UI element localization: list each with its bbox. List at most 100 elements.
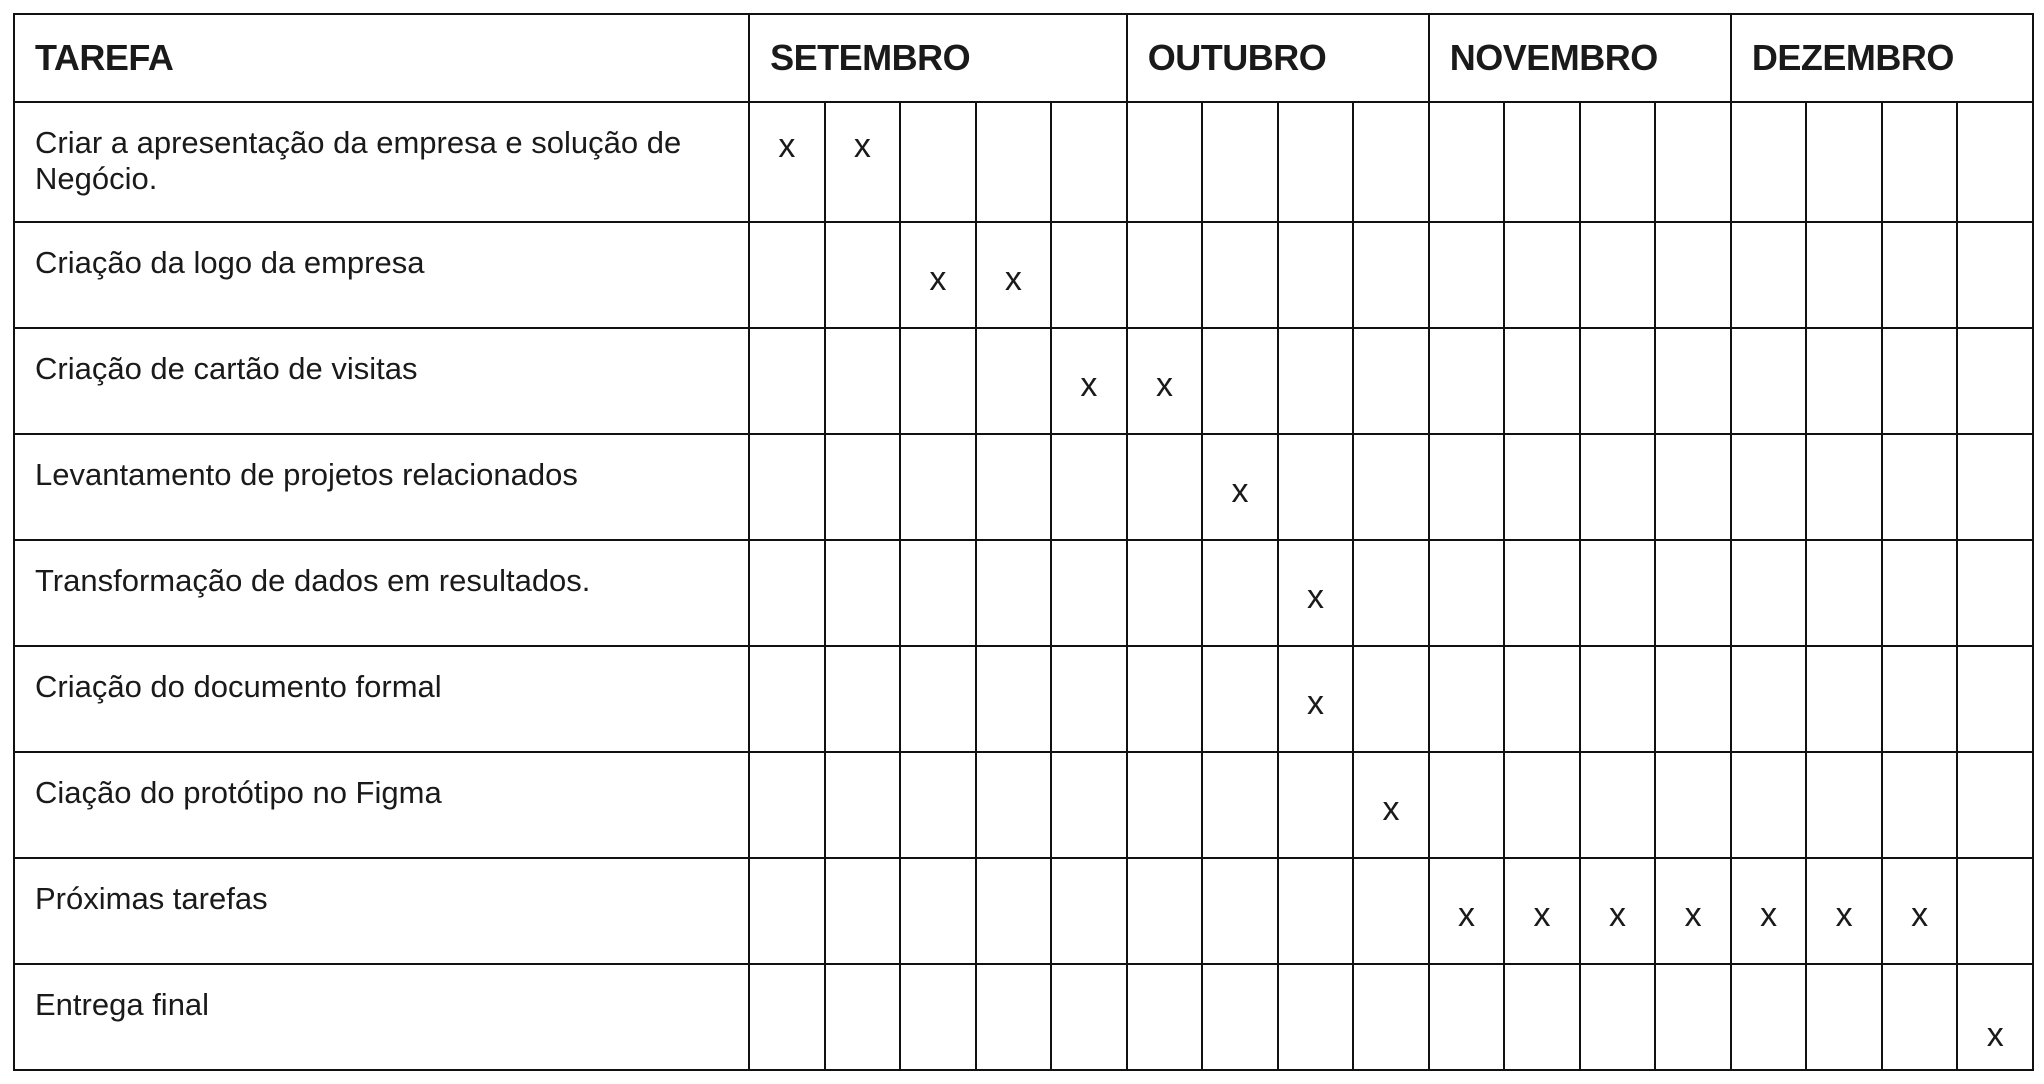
- schedule-cell: [1956, 645, 2034, 753]
- schedule-cell: [823, 327, 902, 435]
- schedule-cell: [748, 433, 826, 541]
- schedule-cell: [899, 327, 977, 435]
- task-name: Criação da logo da empresa: [12, 221, 751, 329]
- schedule-cell: [748, 751, 826, 859]
- schedule-cell: [1125, 963, 1204, 1071]
- schedule-cell: [1201, 645, 1279, 753]
- schedule-cell: [974, 857, 1053, 965]
- schedule-cell: [1352, 963, 1430, 1071]
- schedule-cell: [1578, 327, 1657, 435]
- schedule-cell: [1050, 221, 1128, 329]
- task-name: Transformação de dados em resultados.: [12, 539, 751, 647]
- schedule-cell: [1956, 857, 2034, 965]
- schedule-cell: [1880, 539, 1959, 647]
- schedule-cell: [1805, 327, 1883, 435]
- table-row: Ciação do protótipo no Figma x: [12, 751, 2034, 859]
- schedule-cell: [1352, 645, 1430, 753]
- schedule-cell: [974, 539, 1053, 647]
- schedule-cell: x: [1729, 857, 1808, 965]
- schedule-cell: x: [1805, 857, 1883, 965]
- schedule-cell: [1805, 539, 1883, 647]
- task-name: Levantamento de projetos relacionados: [12, 433, 751, 541]
- schedule-cell: x: [1956, 963, 2034, 1071]
- schedule-cell: [899, 101, 977, 223]
- schedule-cell: [1352, 101, 1430, 223]
- schedule-cell: x: [1125, 327, 1204, 435]
- schedule-cell: [1654, 433, 1732, 541]
- table-row: Transformação de dados em resultados. x: [12, 539, 2034, 647]
- table-row: Criação de cartão de visitas x x: [12, 327, 2034, 435]
- schedule-table: TAREFA SETEMBRO OUTUBRO NOVEMBRO DEZEMBRO C…: [12, 13, 2035, 1071]
- schedule-cell: [1956, 327, 2034, 435]
- schedule-cell: [1050, 963, 1128, 1071]
- schedule-cell: [1956, 433, 2034, 541]
- schedule-cell: [899, 539, 977, 647]
- task-name: Próximas tarefas: [12, 857, 751, 965]
- schedule-cell: [1729, 645, 1808, 753]
- schedule-cell: [1956, 539, 2034, 647]
- schedule-cell: x: [974, 221, 1053, 329]
- schedule-cell: [1276, 327, 1355, 435]
- task-name: Criar a apresentação da empresa e soluçã…: [12, 101, 751, 223]
- schedule-cell: [1125, 539, 1204, 647]
- schedule-cell: x: [1050, 327, 1128, 435]
- schedule-cell: [1503, 539, 1581, 647]
- schedule-cell: [1729, 101, 1808, 223]
- schedule-cell: [748, 963, 826, 1071]
- schedule-cell: [899, 857, 977, 965]
- schedule-cell: [1956, 221, 2034, 329]
- schedule-cell: [748, 857, 826, 965]
- schedule-cell: [1805, 751, 1883, 859]
- schedule-cell: [974, 751, 1053, 859]
- schedule-cell: [1503, 327, 1581, 435]
- schedule-cell: [1805, 433, 1883, 541]
- table-row: Próximas tarefas x x x x x x x: [12, 857, 2034, 965]
- schedule-cell: [1805, 645, 1883, 753]
- schedule-cell: x: [1427, 857, 1506, 965]
- schedule-cell: [1503, 751, 1581, 859]
- schedule-cell: x: [1201, 433, 1279, 541]
- schedule-cell: [1578, 645, 1657, 753]
- table-row: Criação da logo da empresa x x: [12, 221, 2034, 329]
- schedule-cell: [1050, 433, 1128, 541]
- schedule-cell: [1050, 101, 1128, 223]
- schedule-cell: x: [1654, 857, 1732, 965]
- schedule-cell: [1050, 857, 1128, 965]
- schedule-cell: [1125, 101, 1204, 223]
- schedule-cell: [1805, 221, 1883, 329]
- schedule-cell: [1880, 751, 1959, 859]
- schedule-cell: [1729, 751, 1808, 859]
- schedule-cell: [1201, 221, 1279, 329]
- schedule-cell: [1654, 327, 1732, 435]
- schedule-cell: [1352, 327, 1430, 435]
- schedule-cell: [1503, 101, 1581, 223]
- schedule-cell: [1503, 645, 1581, 753]
- schedule-cell: [1729, 433, 1808, 541]
- schedule-cell: [1880, 645, 1959, 753]
- schedule-cell: [1578, 433, 1657, 541]
- schedule-cell: [1805, 101, 1883, 223]
- schedule-cell: [1654, 221, 1732, 329]
- schedule-cell: [1201, 327, 1279, 435]
- table-row: Entrega final x: [12, 963, 2034, 1071]
- schedule-cell: [1201, 751, 1279, 859]
- schedule-cell: [1578, 963, 1657, 1071]
- schedule-cell: [1427, 101, 1506, 223]
- schedule-cell: [823, 645, 902, 753]
- schedule-cell: [1578, 101, 1657, 223]
- schedule-cell: [1880, 327, 1959, 435]
- task-name: Criação do documento formal: [12, 645, 751, 753]
- schedule-cell: [1578, 221, 1657, 329]
- schedule-cell: [1050, 751, 1128, 859]
- schedule-cell: [1729, 963, 1808, 1071]
- month-header: DEZEMBRO: [1729, 13, 2035, 103]
- schedule-cell: [1352, 433, 1430, 541]
- schedule-cell: [1427, 751, 1506, 859]
- schedule-cell: [1880, 101, 1959, 223]
- schedule-cell: [1427, 221, 1506, 329]
- schedule-cell: [1125, 645, 1204, 753]
- schedule-cell: [1050, 645, 1128, 753]
- schedule-cell: [1276, 101, 1355, 223]
- schedule-cell: [899, 645, 977, 753]
- schedule-cell: [748, 327, 826, 435]
